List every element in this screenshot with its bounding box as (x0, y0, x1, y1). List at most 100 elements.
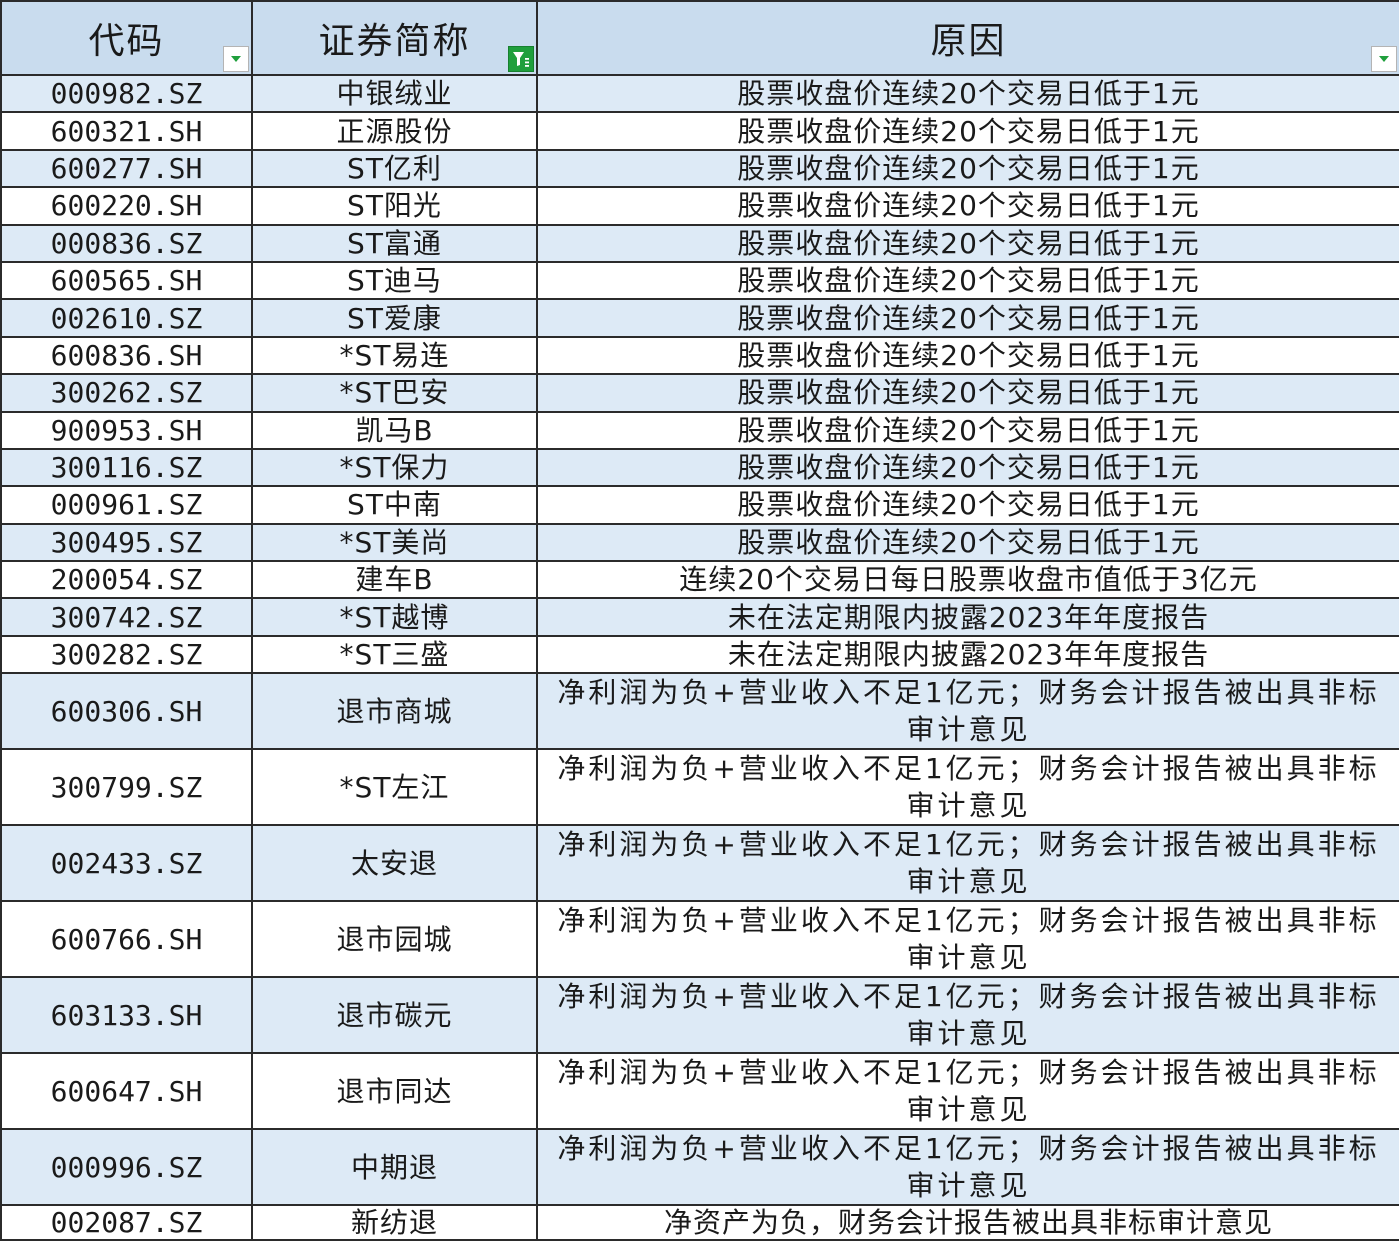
table-row[interactable]: 603133.SH 退市碳元 净利润为负+营业收入不足1亿元；财务会计报告被出具非标… (0, 976, 1399, 1055)
cell-code[interactable]: 600220.SH (0, 186, 253, 226)
cell-reason[interactable]: 净利润为负+营业收入不足1亿元；财务会计报告被出具非标审计意见 (536, 748, 1399, 827)
table-row[interactable]: 000982.SZ 中银绒业 股票收盘价连续20个交易日低于1元 (0, 73, 1399, 114)
cell-name[interactable]: 中期退 (251, 1128, 538, 1207)
cell-reason[interactable]: 股票收盘价连续20个交易日低于1元 (536, 522, 1399, 563)
cell-code[interactable]: 600277.SH (0, 148, 253, 189)
cell-name[interactable]: 退市园城 (251, 900, 538, 979)
table-row[interactable]: 000996.SZ 中期退 净利润为负+营业收入不足1亿元；财务会计报告被出具非标审… (0, 1128, 1399, 1207)
cell-reason[interactable]: 净利润为负+营业收入不足1亿元；财务会计报告被出具非标审计意见 (536, 1052, 1399, 1131)
cell-name[interactable]: 退市碳元 (251, 976, 538, 1055)
cell-name[interactable]: *ST美尚 (251, 522, 538, 563)
cell-name[interactable]: ST阳光 (251, 186, 538, 226)
cell-name[interactable]: ST迪马 (251, 260, 538, 301)
cell-reason[interactable]: 净利润为负+营业收入不足1亿元；财务会计报告被出具非标审计意见 (536, 900, 1399, 979)
table-row[interactable]: 300495.SZ *ST美尚 股票收盘价连续20个交易日低于1元 (0, 522, 1399, 563)
cell-name[interactable]: 凯马B (251, 410, 538, 450)
table-row[interactable]: 300282.SZ *ST三盛 未在法定期限内披露2023年年度报告 (0, 634, 1399, 675)
table-row[interactable]: 600220.SH ST阳光 股票收盘价连续20个交易日低于1元 (0, 186, 1399, 226)
cell-code[interactable]: 300799.SZ (0, 748, 253, 827)
table-row[interactable]: 002433.SZ 太安退 净利润为负+营业收入不足1亿元；财务会计报告被出具非标审… (0, 824, 1399, 903)
table-row[interactable]: 300116.SZ *ST保力 股票收盘价连续20个交易日低于1元 (0, 447, 1399, 488)
table-row[interactable]: 002610.SZ ST爱康 股票收盘价连续20个交易日低于1元 (0, 298, 1399, 338)
cell-reason[interactable]: 股票收盘价连续20个交易日低于1元 (536, 73, 1399, 114)
cell-name[interactable]: 建车B (251, 560, 538, 600)
filter-active-icon[interactable] (508, 46, 534, 72)
cell-reason[interactable]: 未在法定期限内披露2023年年度报告 (536, 634, 1399, 675)
cell-name[interactable]: *ST保力 (251, 447, 538, 488)
cell-reason[interactable]: 股票收盘价连续20个交易日低于1元 (536, 148, 1399, 189)
cell-code[interactable]: 600836.SH (0, 335, 253, 376)
cell-reason[interactable]: 股票收盘价连续20个交易日低于1元 (536, 186, 1399, 226)
cell-code[interactable]: 002433.SZ (0, 824, 253, 903)
cell-code[interactable]: 600321.SH (0, 111, 253, 151)
table-row[interactable]: 000961.SZ ST中南 股票收盘价连续20个交易日低于1元 (0, 485, 1399, 525)
table-row[interactable]: 900953.SH 凯马B 股票收盘价连续20个交易日低于1元 (0, 410, 1399, 450)
cell-reason[interactable]: 股票收盘价连续20个交易日低于1元 (536, 373, 1399, 413)
cell-reason[interactable]: 连续20个交易日每日股票收盘市值低于3亿元 (536, 560, 1399, 600)
cell-code[interactable]: 900953.SH (0, 410, 253, 450)
cell-code[interactable]: 300282.SZ (0, 634, 253, 675)
table-row[interactable]: 600565.SH ST迪马 股票收盘价连续20个交易日低于1元 (0, 260, 1399, 301)
table-row[interactable]: 002087.SZ 新纺退 净资产为负，财务会计报告被出具非标审计意见 (0, 1204, 1399, 1241)
cell-name[interactable]: *ST左江 (251, 748, 538, 827)
table-row[interactable]: 000836.SZ ST富通 股票收盘价连续20个交易日低于1元 (0, 223, 1399, 263)
cell-name[interactable]: ST爱康 (251, 298, 538, 338)
cell-reason[interactable]: 股票收盘价连续20个交易日低于1元 (536, 298, 1399, 338)
cell-name[interactable]: 退市商城 (251, 672, 538, 751)
table-row[interactable]: 600277.SH ST亿利 股票收盘价连续20个交易日低于1元 (0, 148, 1399, 189)
cell-code[interactable]: 000961.SZ (0, 485, 253, 525)
header-cell-name[interactable]: 证券简称 (251, 0, 538, 76)
cell-name[interactable]: *ST易连 (251, 335, 538, 376)
table-row[interactable]: 300262.SZ *ST巴安 股票收盘价连续20个交易日低于1元 (0, 373, 1399, 413)
cell-reason[interactable]: 股票收盘价连续20个交易日低于1元 (536, 335, 1399, 376)
cell-name[interactable]: ST亿利 (251, 148, 538, 189)
cell-code[interactable]: 300742.SZ (0, 597, 253, 637)
cell-code[interactable]: 000982.SZ (0, 73, 253, 114)
cell-code[interactable]: 002087.SZ (0, 1204, 253, 1241)
table-row[interactable]: 600647.SH 退市同达 净利润为负+营业收入不足1亿元；财务会计报告被出具非标… (0, 1052, 1399, 1131)
cell-name[interactable]: *ST巴安 (251, 373, 538, 413)
cell-reason[interactable]: 净利润为负+营业收入不足1亿元；财务会计报告被出具非标审计意见 (536, 1128, 1399, 1207)
table-row[interactable]: 600306.SH 退市商城 净利润为负+营业收入不足1亿元；财务会计报告被出具非标… (0, 672, 1399, 751)
cell-code[interactable]: 300262.SZ (0, 373, 253, 413)
cell-name[interactable]: ST富通 (251, 223, 538, 263)
cell-code[interactable]: 300116.SZ (0, 447, 253, 488)
cell-name[interactable]: 新纺退 (251, 1204, 538, 1241)
header-cell-code[interactable]: 代码 (0, 0, 253, 76)
cell-code[interactable]: 600647.SH (0, 1052, 253, 1131)
cell-reason[interactable]: 未在法定期限内披露2023年年度报告 (536, 597, 1399, 637)
cell-code[interactable]: 600306.SH (0, 672, 253, 751)
cell-reason[interactable]: 股票收盘价连续20个交易日低于1元 (536, 111, 1399, 151)
cell-reason[interactable]: 股票收盘价连续20个交易日低于1元 (536, 447, 1399, 488)
cell-reason[interactable]: 净资产为负，财务会计报告被出具非标审计意见 (536, 1204, 1399, 1241)
cell-name[interactable]: 中银绒业 (251, 73, 538, 114)
filter-dropdown-icon[interactable] (223, 46, 249, 72)
cell-reason[interactable]: 净利润为负+营业收入不足1亿元；财务会计报告被出具非标审计意见 (536, 824, 1399, 903)
table-row[interactable]: 200054.SZ 建车B 连续20个交易日每日股票收盘市值低于3亿元 (0, 560, 1399, 600)
cell-code[interactable]: 000996.SZ (0, 1128, 253, 1207)
cell-reason[interactable]: 股票收盘价连续20个交易日低于1元 (536, 223, 1399, 263)
table-row[interactable]: 600321.SH 正源股份 股票收盘价连续20个交易日低于1元 (0, 111, 1399, 151)
cell-name[interactable]: 退市同达 (251, 1052, 538, 1131)
cell-reason[interactable]: 股票收盘价连续20个交易日低于1元 (536, 410, 1399, 450)
table-row[interactable]: 300742.SZ *ST越博 未在法定期限内披露2023年年度报告 (0, 597, 1399, 637)
table-row[interactable]: 600766.SH 退市园城 净利润为负+营业收入不足1亿元；财务会计报告被出具非标… (0, 900, 1399, 979)
cell-code[interactable]: 002610.SZ (0, 298, 253, 338)
cell-name[interactable]: ST中南 (251, 485, 538, 525)
cell-reason[interactable]: 股票收盘价连续20个交易日低于1元 (536, 260, 1399, 301)
cell-reason[interactable]: 净利润为负+营业收入不足1亿元；财务会计报告被出具非标审计意见 (536, 976, 1399, 1055)
cell-name[interactable]: *ST三盛 (251, 634, 538, 675)
cell-code[interactable]: 600766.SH (0, 900, 253, 979)
cell-reason[interactable]: 净利润为负+营业收入不足1亿元；财务会计报告被出具非标审计意见 (536, 672, 1399, 751)
cell-code[interactable]: 603133.SH (0, 976, 253, 1055)
table-row[interactable]: 300799.SZ *ST左江 净利润为负+营业收入不足1亿元；财务会计报告被出具非… (0, 748, 1399, 827)
table-row[interactable]: 600836.SH *ST易连 股票收盘价连续20个交易日低于1元 (0, 335, 1399, 376)
cell-code[interactable]: 000836.SZ (0, 223, 253, 263)
cell-reason[interactable]: 股票收盘价连续20个交易日低于1元 (536, 485, 1399, 525)
cell-code[interactable]: 300495.SZ (0, 522, 253, 563)
cell-name[interactable]: 太安退 (251, 824, 538, 903)
filter-dropdown-icon[interactable] (1371, 46, 1397, 72)
header-cell-reason[interactable]: 原因 (536, 0, 1399, 76)
cell-code[interactable]: 600565.SH (0, 260, 253, 301)
cell-name[interactable]: *ST越博 (251, 597, 538, 637)
